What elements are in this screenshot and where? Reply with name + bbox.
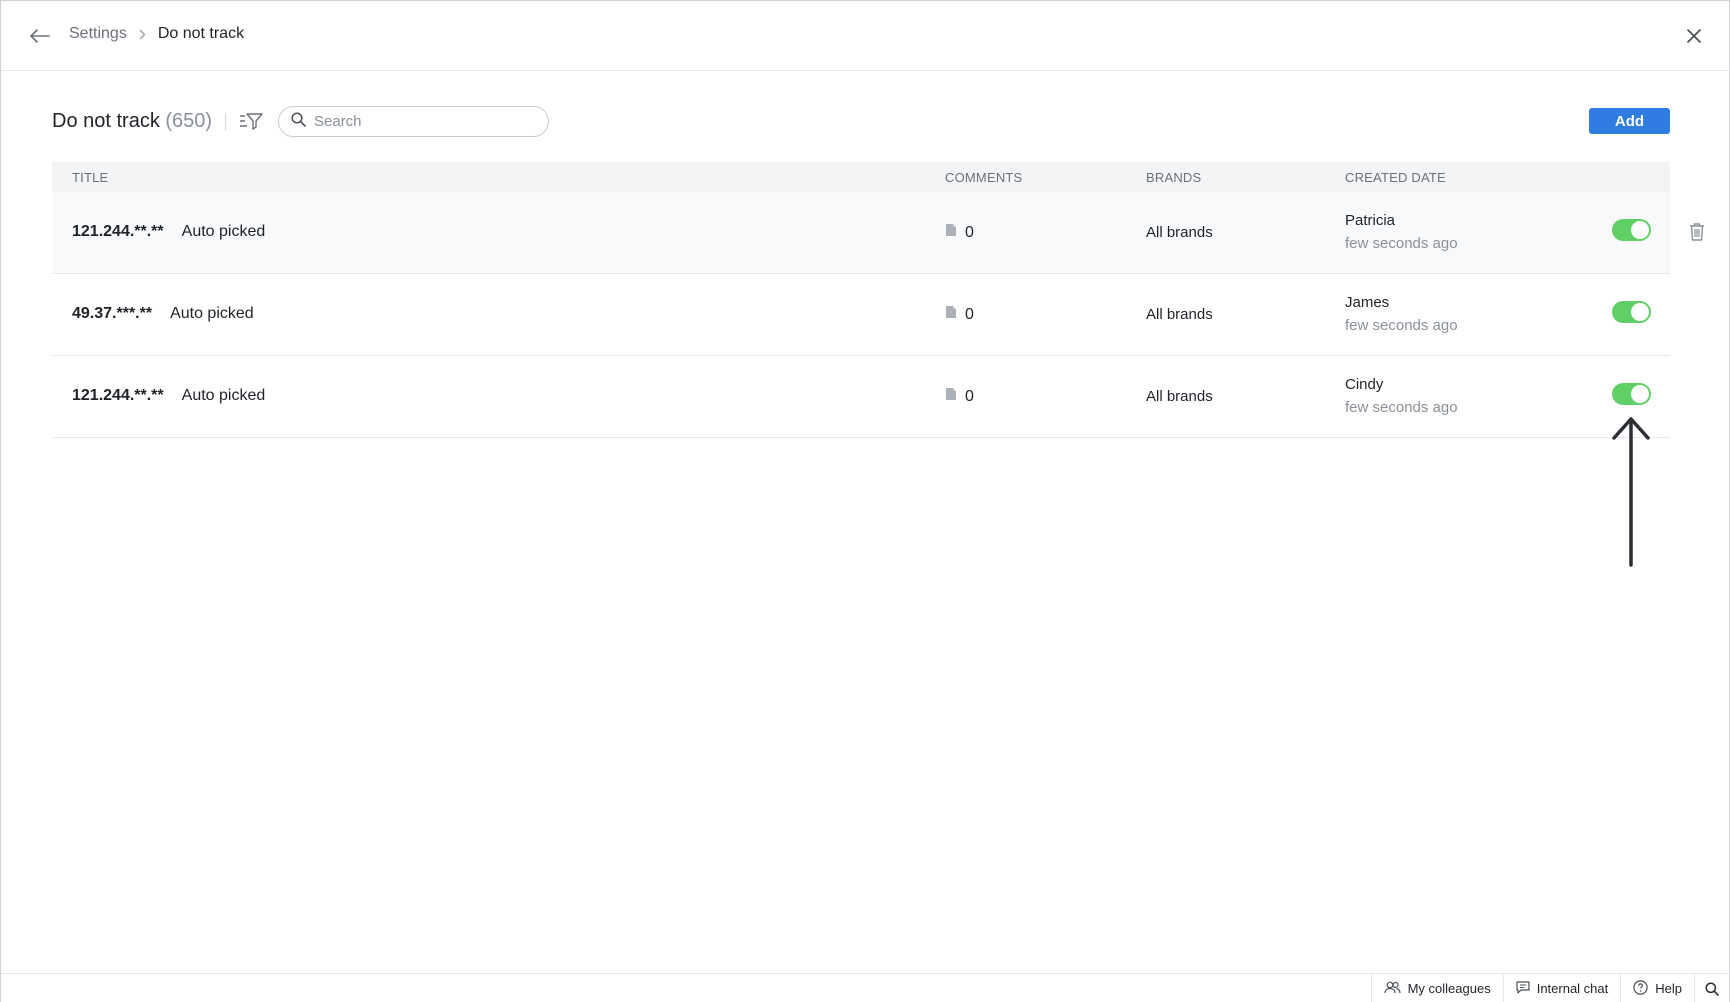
breadcrumb-settings[interactable]: Settings [69,25,127,43]
page-title-text: Do not track [52,110,160,132]
creator-name: Cindy [1345,376,1384,393]
internal-chat-label: Internal chat [1536,981,1609,996]
ip-address: 121.244.**.** [72,223,164,240]
brands-cell: All brands [1146,306,1213,323]
title-cell: 49.37.***.** Auto picked [72,305,254,323]
toggle-knob [1631,221,1649,239]
footer-search-icon[interactable] [1694,974,1729,1002]
search-input[interactable] [314,113,534,130]
table-header: TITLE COMMENTS BRANDS CREATED DATE [52,162,1670,192]
trash-icon[interactable] [1686,220,1708,244]
title-cell: 121.244.**.** Auto picked [72,387,265,405]
title-cell: 121.244.**.** Auto picked [72,223,265,241]
comment-count: 0 [965,223,974,241]
tracking-toggle[interactable] [1612,301,1651,323]
search-box [278,106,549,137]
auto-picked-label: Auto picked [181,223,266,240]
footer-actions: My colleagues Internal chat Help [1370,974,1729,1002]
my-colleagues-label: My colleagues [1407,981,1491,996]
document-icon [945,387,957,406]
do-not-track-table: TITLE COMMENTS BRANDS CREATED DATE 121.2… [52,162,1704,438]
created-cell: Cindy few seconds ago [1345,376,1458,416]
record-count: (650) [165,110,213,132]
created-cell: Patricia few seconds ago [1345,212,1458,252]
comment-count: 0 [965,305,974,323]
column-brands: BRANDS [1146,170,1202,185]
creator-name: James [1345,294,1390,311]
footer-bar: My colleagues Internal chat Help [1,973,1729,1002]
breadcrumb-current: Do not track [157,25,245,42]
column-comments: COMMENTS [945,170,1023,185]
brands-cell: All brands [1146,388,1213,405]
colleagues-icon [1383,981,1401,997]
annotation-arrow-icon [1611,413,1651,573]
ip-address: 121.244.**.** [72,387,164,404]
filter-icon[interactable] [238,109,264,133]
top-bar: Settings Do not track [1,1,1729,71]
table-row[interactable]: 121.244.**.** Auto picked 0 All brands P… [52,192,1704,274]
table-row[interactable]: 121.244.**.** Auto picked 0 All brands C… [52,356,1670,438]
brands-cell: All brands [1146,224,1213,241]
list-toolbar: Do not track (650) Add [52,104,1670,138]
comment-count: 0 [965,387,974,405]
divider [225,113,226,131]
help-label: Help [1655,981,1682,996]
document-icon [945,223,957,242]
chat-icon [1516,980,1530,997]
ip-address: 49.37.***.** [72,305,153,322]
creator-name: Patricia [1345,212,1396,229]
page-title: Do not track (650) [52,110,212,133]
table-row[interactable]: 49.37.***.** Auto picked 0 All brands Ja… [52,274,1670,356]
comments-cell[interactable]: 0 [945,387,974,406]
settings-window: Settings Do not track Do not track (650) [0,0,1730,1002]
tracking-toggle[interactable] [1612,219,1651,241]
tracking-toggle[interactable] [1612,383,1651,405]
breadcrumb: Settings Do not track [69,25,244,43]
comments-cell[interactable]: 0 [945,223,974,242]
toggle-knob [1631,385,1649,403]
internal-chat-button[interactable]: Internal chat [1502,974,1621,1002]
auto-picked-label: Auto picked [170,305,254,322]
close-icon[interactable] [1681,23,1707,49]
created-time: few seconds ago [1345,235,1458,252]
my-colleagues-button[interactable]: My colleagues [1370,974,1503,1002]
help-icon [1633,979,1648,998]
created-cell: James few seconds ago [1345,294,1458,334]
back-arrow-icon[interactable] [27,23,53,49]
chevron-right-icon [139,29,146,40]
column-title: TITLE [72,170,109,185]
document-icon [945,305,957,324]
comments-cell[interactable]: 0 [945,305,974,324]
help-button[interactable]: Help [1620,974,1694,1002]
add-button[interactable]: Add [1589,108,1670,134]
auto-picked-label: Auto picked [181,387,266,404]
created-time: few seconds ago [1345,317,1458,334]
column-created-date: CREATED DATE [1345,170,1446,185]
created-time: few seconds ago [1345,399,1458,416]
toggle-knob [1631,303,1649,321]
search-icon [291,111,306,132]
